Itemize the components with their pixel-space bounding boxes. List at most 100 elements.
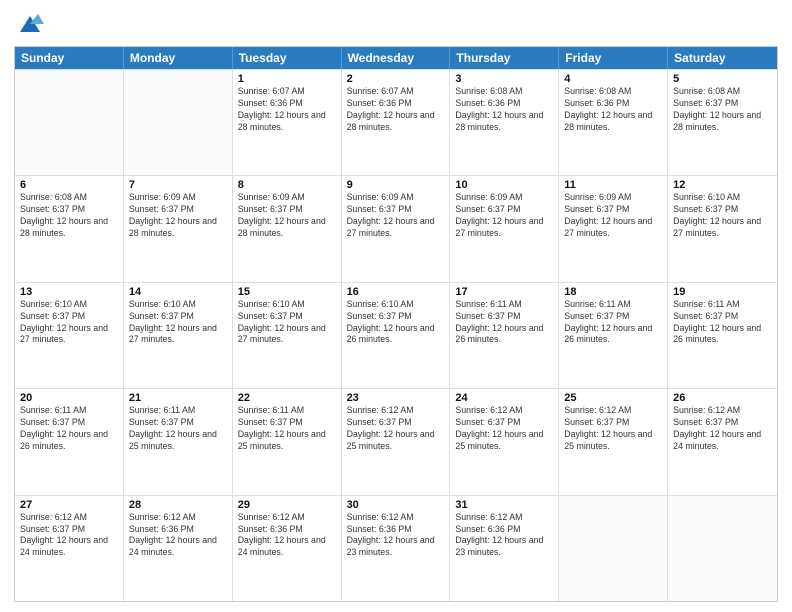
cell-day-number: 7	[129, 179, 227, 191]
calendar-cell: 17Sunrise: 6:11 AM Sunset: 6:37 PM Dayli…	[450, 283, 559, 388]
cell-day-number: 13	[20, 286, 118, 298]
calendar-cell: 28Sunrise: 6:12 AM Sunset: 6:36 PM Dayli…	[124, 496, 233, 601]
cell-info: Sunrise: 6:11 AM Sunset: 6:37 PM Dayligh…	[673, 299, 772, 347]
cell-day-number: 26	[673, 392, 772, 404]
logo-icon	[16, 10, 44, 38]
calendar-cell: 16Sunrise: 6:10 AM Sunset: 6:37 PM Dayli…	[342, 283, 451, 388]
cell-day-number: 21	[129, 392, 227, 404]
calendar-cell: 19Sunrise: 6:11 AM Sunset: 6:37 PM Dayli…	[668, 283, 777, 388]
calendar-body: 1Sunrise: 6:07 AM Sunset: 6:36 PM Daylig…	[15, 69, 777, 601]
cell-day-number: 10	[455, 179, 553, 191]
cell-info: Sunrise: 6:12 AM Sunset: 6:36 PM Dayligh…	[238, 512, 336, 560]
calendar-cell: 2Sunrise: 6:07 AM Sunset: 6:36 PM Daylig…	[342, 70, 451, 175]
calendar-cell: 25Sunrise: 6:12 AM Sunset: 6:37 PM Dayli…	[559, 389, 668, 494]
calendar-cell: 18Sunrise: 6:11 AM Sunset: 6:37 PM Dayli…	[559, 283, 668, 388]
cell-day-number: 12	[673, 179, 772, 191]
cell-info: Sunrise: 6:07 AM Sunset: 6:36 PM Dayligh…	[238, 86, 336, 134]
cell-day-number: 24	[455, 392, 553, 404]
cell-info: Sunrise: 6:12 AM Sunset: 6:36 PM Dayligh…	[455, 512, 553, 560]
cell-info: Sunrise: 6:08 AM Sunset: 6:36 PM Dayligh…	[455, 86, 553, 134]
cell-info: Sunrise: 6:08 AM Sunset: 6:37 PM Dayligh…	[20, 192, 118, 240]
cell-day-number: 5	[673, 73, 772, 85]
calendar-cell: 4Sunrise: 6:08 AM Sunset: 6:36 PM Daylig…	[559, 70, 668, 175]
cell-day-number: 17	[455, 286, 553, 298]
calendar-cell: 7Sunrise: 6:09 AM Sunset: 6:37 PM Daylig…	[124, 176, 233, 281]
cell-info: Sunrise: 6:12 AM Sunset: 6:36 PM Dayligh…	[129, 512, 227, 560]
calendar-cell: 15Sunrise: 6:10 AM Sunset: 6:37 PM Dayli…	[233, 283, 342, 388]
cell-day-number: 22	[238, 392, 336, 404]
calendar-cell: 30Sunrise: 6:12 AM Sunset: 6:36 PM Dayli…	[342, 496, 451, 601]
calendar-cell: 6Sunrise: 6:08 AM Sunset: 6:37 PM Daylig…	[15, 176, 124, 281]
header-cell-wednesday: Wednesday	[342, 47, 451, 69]
calendar-cell: 9Sunrise: 6:09 AM Sunset: 6:37 PM Daylig…	[342, 176, 451, 281]
cell-info: Sunrise: 6:09 AM Sunset: 6:37 PM Dayligh…	[455, 192, 553, 240]
calendar-cell: 5Sunrise: 6:08 AM Sunset: 6:37 PM Daylig…	[668, 70, 777, 175]
calendar-cell: 29Sunrise: 6:12 AM Sunset: 6:36 PM Dayli…	[233, 496, 342, 601]
calendar-cell: 1Sunrise: 6:07 AM Sunset: 6:36 PM Daylig…	[233, 70, 342, 175]
calendar-cell: 8Sunrise: 6:09 AM Sunset: 6:37 PM Daylig…	[233, 176, 342, 281]
cell-info: Sunrise: 6:10 AM Sunset: 6:37 PM Dayligh…	[238, 299, 336, 347]
cell-day-number: 19	[673, 286, 772, 298]
cell-info: Sunrise: 6:11 AM Sunset: 6:37 PM Dayligh…	[129, 405, 227, 453]
calendar-cell: 24Sunrise: 6:12 AM Sunset: 6:37 PM Dayli…	[450, 389, 559, 494]
logo	[14, 10, 44, 38]
cell-day-number: 11	[564, 179, 662, 191]
cell-info: Sunrise: 6:09 AM Sunset: 6:37 PM Dayligh…	[564, 192, 662, 240]
calendar-cell: 13Sunrise: 6:10 AM Sunset: 6:37 PM Dayli…	[15, 283, 124, 388]
cell-info: Sunrise: 6:10 AM Sunset: 6:37 PM Dayligh…	[347, 299, 445, 347]
calendar-cell	[668, 496, 777, 601]
header-cell-sunday: Sunday	[15, 47, 124, 69]
cell-info: Sunrise: 6:12 AM Sunset: 6:36 PM Dayligh…	[347, 512, 445, 560]
cell-day-number: 27	[20, 499, 118, 511]
cell-day-number: 28	[129, 499, 227, 511]
calendar-cell: 12Sunrise: 6:10 AM Sunset: 6:37 PM Dayli…	[668, 176, 777, 281]
calendar-cell: 26Sunrise: 6:12 AM Sunset: 6:37 PM Dayli…	[668, 389, 777, 494]
cell-day-number: 23	[347, 392, 445, 404]
cell-day-number: 25	[564, 392, 662, 404]
cell-day-number: 4	[564, 73, 662, 85]
cell-info: Sunrise: 6:09 AM Sunset: 6:37 PM Dayligh…	[129, 192, 227, 240]
header-cell-friday: Friday	[559, 47, 668, 69]
cell-info: Sunrise: 6:10 AM Sunset: 6:37 PM Dayligh…	[20, 299, 118, 347]
header-cell-tuesday: Tuesday	[233, 47, 342, 69]
cell-day-number: 16	[347, 286, 445, 298]
cell-info: Sunrise: 6:08 AM Sunset: 6:37 PM Dayligh…	[673, 86, 772, 134]
calendar-row-5: 27Sunrise: 6:12 AM Sunset: 6:37 PM Dayli…	[15, 495, 777, 601]
cell-info: Sunrise: 6:11 AM Sunset: 6:37 PM Dayligh…	[455, 299, 553, 347]
cell-info: Sunrise: 6:11 AM Sunset: 6:37 PM Dayligh…	[238, 405, 336, 453]
calendar-cell: 31Sunrise: 6:12 AM Sunset: 6:36 PM Dayli…	[450, 496, 559, 601]
calendar-cell: 20Sunrise: 6:11 AM Sunset: 6:37 PM Dayli…	[15, 389, 124, 494]
cell-info: Sunrise: 6:08 AM Sunset: 6:36 PM Dayligh…	[564, 86, 662, 134]
cell-day-number: 9	[347, 179, 445, 191]
cell-info: Sunrise: 6:07 AM Sunset: 6:36 PM Dayligh…	[347, 86, 445, 134]
calendar-row-1: 1Sunrise: 6:07 AM Sunset: 6:36 PM Daylig…	[15, 69, 777, 175]
calendar-cell	[15, 70, 124, 175]
calendar-cell: 22Sunrise: 6:11 AM Sunset: 6:37 PM Dayli…	[233, 389, 342, 494]
header-cell-saturday: Saturday	[668, 47, 777, 69]
cell-info: Sunrise: 6:12 AM Sunset: 6:37 PM Dayligh…	[564, 405, 662, 453]
calendar-cell: 3Sunrise: 6:08 AM Sunset: 6:36 PM Daylig…	[450, 70, 559, 175]
cell-day-number: 1	[238, 73, 336, 85]
calendar-cell: 11Sunrise: 6:09 AM Sunset: 6:37 PM Dayli…	[559, 176, 668, 281]
cell-day-number: 8	[238, 179, 336, 191]
cell-info: Sunrise: 6:11 AM Sunset: 6:37 PM Dayligh…	[20, 405, 118, 453]
cell-info: Sunrise: 6:09 AM Sunset: 6:37 PM Dayligh…	[238, 192, 336, 240]
cell-info: Sunrise: 6:10 AM Sunset: 6:37 PM Dayligh…	[129, 299, 227, 347]
cell-day-number: 29	[238, 499, 336, 511]
calendar-cell: 10Sunrise: 6:09 AM Sunset: 6:37 PM Dayli…	[450, 176, 559, 281]
calendar: SundayMondayTuesdayWednesdayThursdayFrid…	[14, 46, 778, 602]
page: SundayMondayTuesdayWednesdayThursdayFrid…	[0, 0, 792, 612]
cell-info: Sunrise: 6:12 AM Sunset: 6:37 PM Dayligh…	[673, 405, 772, 453]
cell-day-number: 14	[129, 286, 227, 298]
calendar-cell: 21Sunrise: 6:11 AM Sunset: 6:37 PM Dayli…	[124, 389, 233, 494]
calendar-row-3: 13Sunrise: 6:10 AM Sunset: 6:37 PM Dayli…	[15, 282, 777, 388]
cell-day-number: 20	[20, 392, 118, 404]
cell-info: Sunrise: 6:12 AM Sunset: 6:37 PM Dayligh…	[20, 512, 118, 560]
cell-day-number: 6	[20, 179, 118, 191]
cell-info: Sunrise: 6:09 AM Sunset: 6:37 PM Dayligh…	[347, 192, 445, 240]
cell-day-number: 31	[455, 499, 553, 511]
calendar-row-4: 20Sunrise: 6:11 AM Sunset: 6:37 PM Dayli…	[15, 388, 777, 494]
calendar-row-2: 6Sunrise: 6:08 AM Sunset: 6:37 PM Daylig…	[15, 175, 777, 281]
calendar-cell: 23Sunrise: 6:12 AM Sunset: 6:37 PM Dayli…	[342, 389, 451, 494]
cell-day-number: 30	[347, 499, 445, 511]
